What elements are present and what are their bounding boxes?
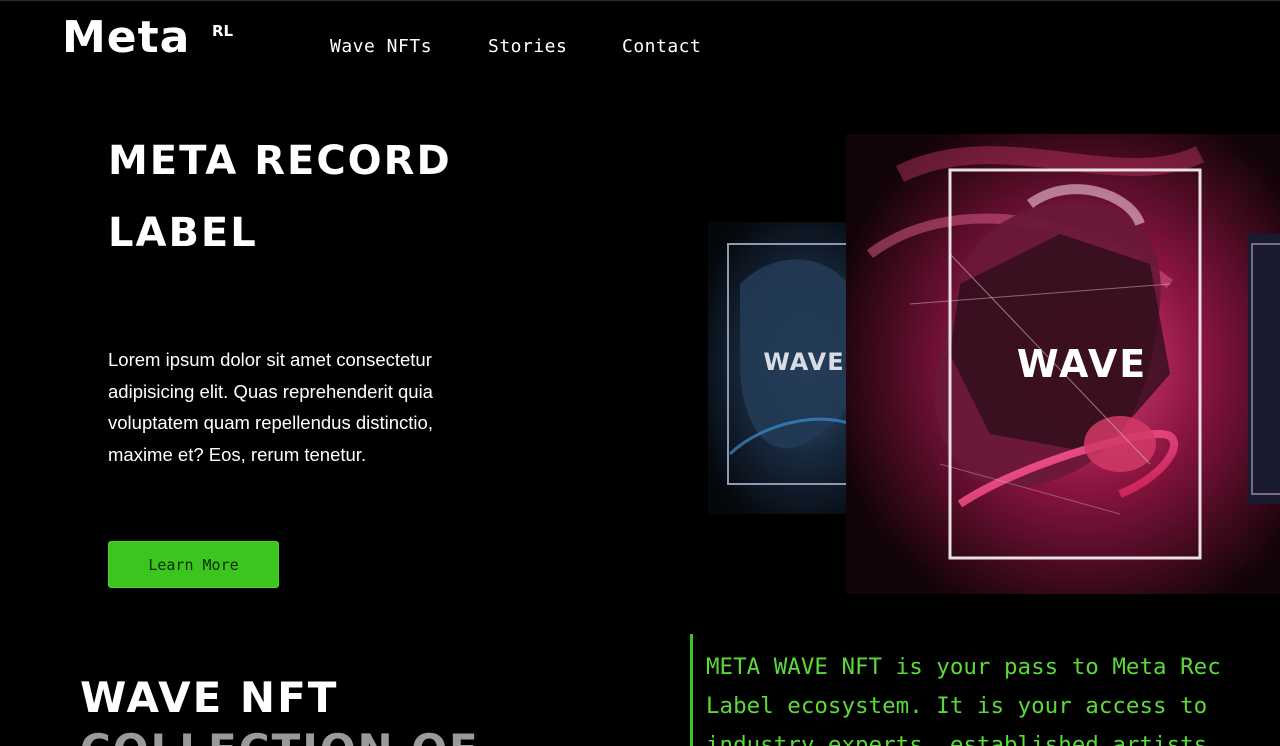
section-body-line-3: industry experts, established artists (706, 732, 1208, 746)
hero-title-line-1: META RECORD (108, 138, 452, 184)
learn-more-button[interactable]: Learn More (108, 541, 279, 588)
section-title-line-2: COLLECTION OF (80, 724, 480, 746)
hero-title: META RECORD LABEL (108, 134, 548, 260)
art-label-center: WAVE (1017, 342, 1147, 386)
nav-link-stories[interactable]: Stories (488, 36, 567, 57)
logo-superscript: RL (212, 22, 234, 40)
logo[interactable]: Meta (62, 14, 190, 62)
hero-description: Lorem ipsum dolor sit amet consectetur a… (108, 349, 433, 465)
quote-accent-bar (690, 634, 693, 746)
hero-title-line-2: LABEL (108, 210, 258, 256)
wave-nft-artwork: WAVE WAVE (700, 134, 1280, 594)
wave-card-right (1248, 234, 1280, 504)
wave-card-center: WAVE (846, 134, 1280, 594)
art-label-left: WAVE (763, 348, 844, 376)
nav-link-wave-nfts[interactable]: Wave NFTs (330, 36, 432, 57)
section-body-line-1: META WAVE NFT is your pass to Meta Rec (706, 654, 1221, 680)
section-body: META WAVE NFT is your pass to Meta Rec L… (706, 648, 1280, 746)
section-body-line-2: Label ecosystem. It is your access to (706, 693, 1208, 719)
nav-link-contact[interactable]: Contact (622, 36, 701, 57)
top-border (0, 0, 1280, 1)
section-title-line-1: WAVE NFT (80, 673, 339, 722)
